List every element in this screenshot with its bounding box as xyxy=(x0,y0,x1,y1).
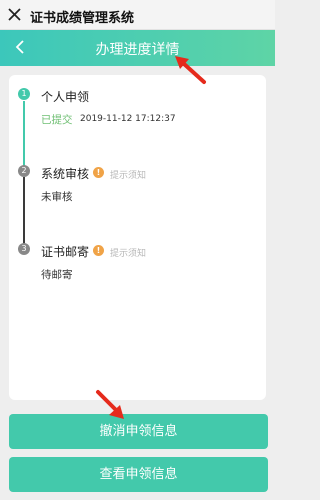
step-2-tip-link[interactable]: 提示须知 xyxy=(110,168,146,181)
app-title: 证书成绩管理系统 xyxy=(30,11,135,26)
info-icon[interactable]: ! xyxy=(93,167,104,178)
view-application-button[interactable]: 查看申领信息 xyxy=(9,457,268,492)
page-header: 办理进度详情 xyxy=(0,30,275,66)
step-2-status: 未审核 xyxy=(41,191,73,203)
step-3-status: 待邮寄 xyxy=(41,269,73,281)
info-icon[interactable]: ! xyxy=(93,245,104,256)
window-title-bar: 证书成绩管理系统 xyxy=(0,0,275,30)
step-1-number: 1 xyxy=(18,88,30,100)
progress-card: 1 个人申领 已提交 2019-11-12 17:12:37 2 系统审核 ! … xyxy=(9,75,266,400)
close-icon[interactable] xyxy=(7,7,22,22)
step-3-number: 3 xyxy=(18,243,30,255)
annotation-arrow-icon xyxy=(96,390,124,419)
step-2-title: 系统审核 xyxy=(41,167,90,181)
step-1-status: 已提交 xyxy=(41,114,73,126)
step-3-title: 证书邮寄 xyxy=(41,245,90,259)
step-1-time: 2019-11-12 17:12:37 xyxy=(80,114,176,124)
timeline-line-pending xyxy=(23,177,25,245)
step-1-title: 个人申领 xyxy=(41,90,90,104)
revoke-application-button[interactable]: 撤消申领信息 xyxy=(9,414,268,449)
step-2-number: 2 xyxy=(18,165,30,177)
timeline-line-active xyxy=(23,101,25,171)
step-3-tip-link[interactable]: 提示须知 xyxy=(110,246,146,259)
page-title: 办理进度详情 xyxy=(95,42,180,58)
annotation-arrow-icon xyxy=(175,56,206,84)
